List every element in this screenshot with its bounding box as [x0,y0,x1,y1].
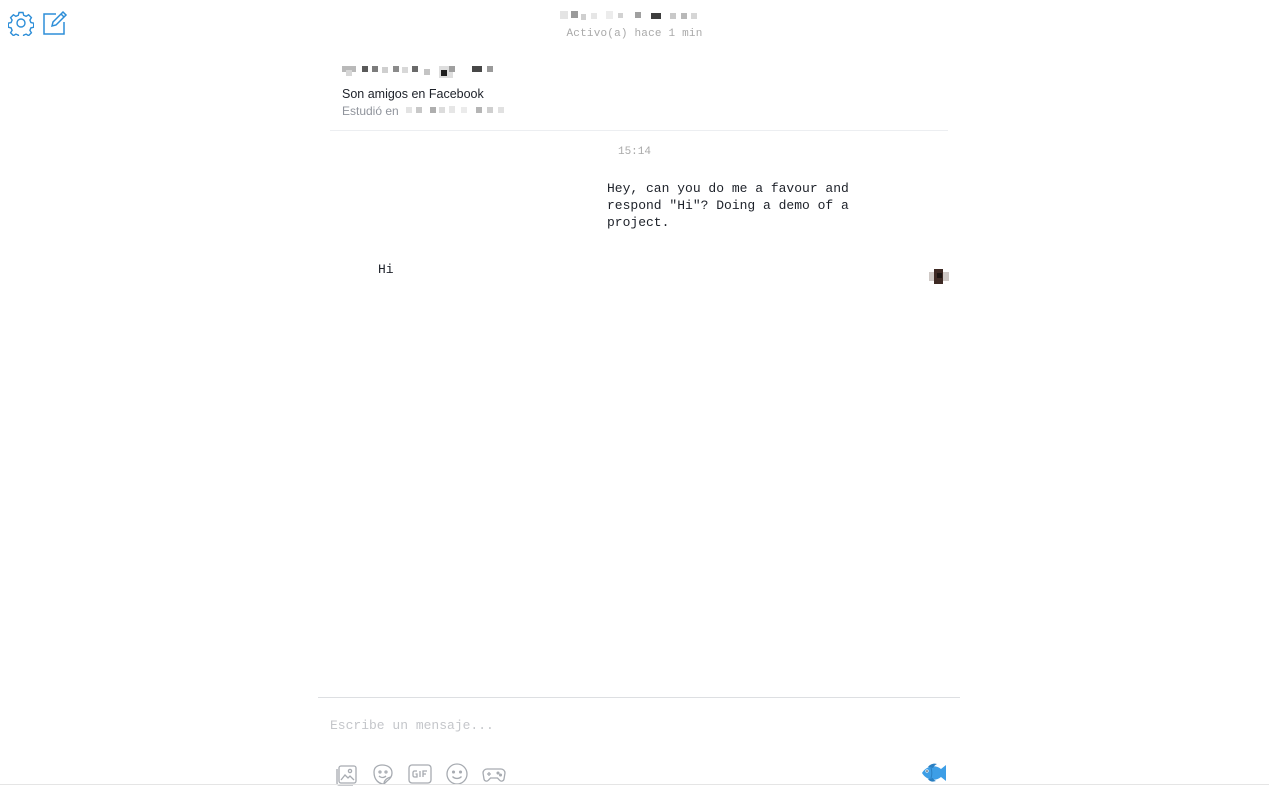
profile-divider [330,130,948,131]
photo-icon [336,765,357,786]
emoji-icon [446,763,468,785]
fish-emoji-icon [922,763,946,782]
games-button[interactable] [481,762,507,786]
photo-button[interactable] [334,762,360,786]
seen-avatar [929,269,949,284]
messenger-window: Activo(a) hace 1 min Son amigos en Faceb… [0,0,1269,787]
incoming-message[interactable]: Hi [378,262,394,277]
message-input[interactable] [326,712,934,738]
profile-name-redacted [342,64,497,78]
education-line: Estudió en [342,104,508,118]
composer-divider [318,697,960,698]
education-value-redacted [406,105,508,115]
contact-name-redacted [560,11,700,21]
window-bottom-border [0,784,1269,785]
active-status: Activo(a) hace 1 min [566,28,703,40]
outgoing-message[interactable]: Hey, can you do me a favour and respond … [607,180,887,231]
sticker-button[interactable] [370,762,396,786]
games-icon [482,768,506,782]
gif-icon [408,764,432,784]
friendship-status: Son amigos en Facebook [342,87,484,101]
send-like-button[interactable] [918,760,948,786]
education-label: Estudió en [342,104,399,118]
sticker-icon [373,764,393,785]
emoji-button[interactable] [444,762,470,786]
message-timestamp: 15:14 [617,146,651,158]
gif-button[interactable] [407,762,433,786]
